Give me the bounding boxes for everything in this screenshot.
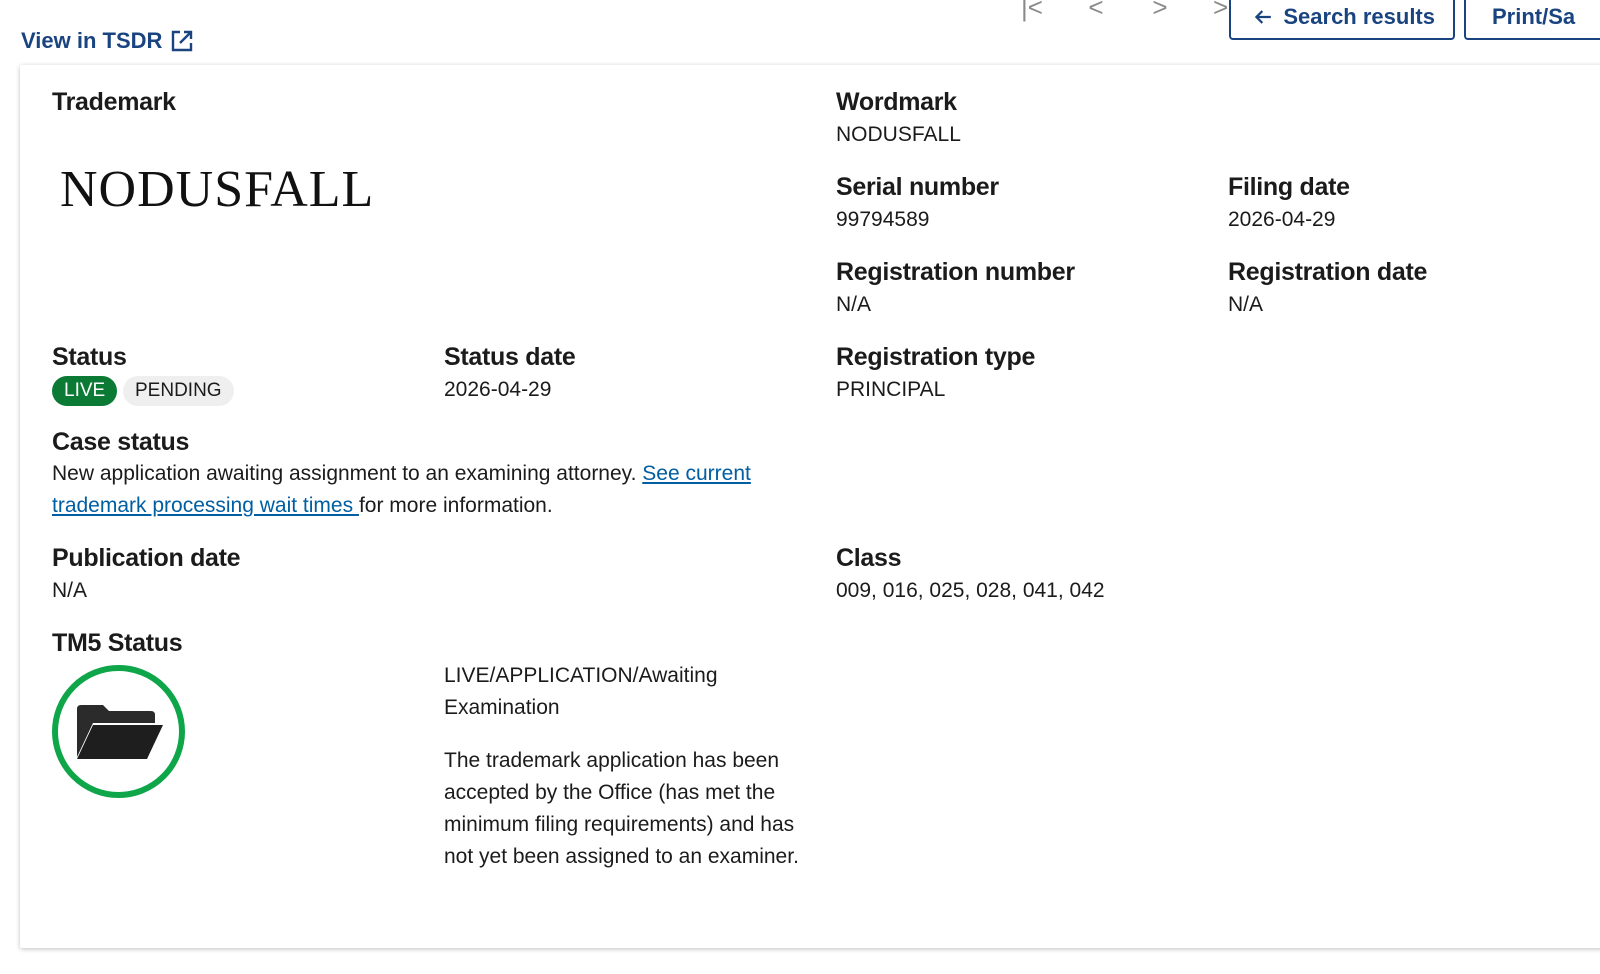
first-page-icon[interactable]: |< [1000,0,1064,23]
publication-date-label: Publication date [52,544,241,572]
next-page-icon[interactable]: > [1128,0,1192,23]
view-in-tsdr-link[interactable]: View in TSDR [21,28,194,54]
tm5-status-label: TM5 Status [52,629,183,657]
view-in-tsdr-label: View in TSDR [21,28,163,53]
case-status-description: New application awaiting assignment to a… [52,462,643,485]
tm5-status-icon [52,665,185,798]
class-label: Class [836,544,902,572]
status-date-label: Status date [444,343,576,371]
print-save-button[interactable]: Print/Sa [1464,0,1600,40]
external-link-icon [172,30,193,52]
registration-type-value: PRINCIPAL [836,378,946,401]
search-results-button[interactable]: Search results [1229,0,1455,40]
trademark-mark-image: NODUSFALL [60,161,375,218]
previous-page-icon[interactable]: < [1064,0,1128,23]
serial-number-label: Serial number [836,173,999,201]
registration-number-label: Registration number [836,258,1075,286]
print-save-label: Print/Sa [1492,4,1576,29]
tm5-status-description: The trademark application has been accep… [444,749,799,868]
case-status-text: New application awaiting assignment to a… [52,458,812,522]
status-badge-live: LIVE [52,376,118,406]
serial-number-value: 99794589 [836,208,930,231]
registration-number-value: N/A [836,293,872,316]
case-status-suffix: for more information. [358,494,553,517]
wordmark-value: NODUSFALL [836,123,961,146]
registration-type-label: Registration type [836,343,1036,371]
arrow-left-icon [1254,10,1271,24]
class-value: 009, 016, 025, 028, 041, 042 [836,579,1105,602]
registration-date-value: N/A [1228,293,1264,316]
case-status-label: Case status [52,428,190,456]
open-folder-icon [76,704,163,759]
status-label: Status [52,343,127,371]
publication-date-value: N/A [52,579,88,602]
status-date-value: 2026-04-29 [444,378,552,401]
wordmark-label: Wordmark [836,88,957,116]
filing-date-value: 2026-04-29 [1228,208,1336,231]
search-results-label: Search results [1283,4,1435,29]
tm5-status-text: LIVE/APPLICATION/Awaiting Examination [444,664,718,719]
status-badge-pending: PENDING [123,376,234,406]
trademark-label: Trademark [52,88,176,116]
result-pager: |< < > >| [1000,0,1256,23]
filing-date-label: Filing date [1228,173,1350,201]
registration-date-label: Registration date [1228,258,1428,286]
